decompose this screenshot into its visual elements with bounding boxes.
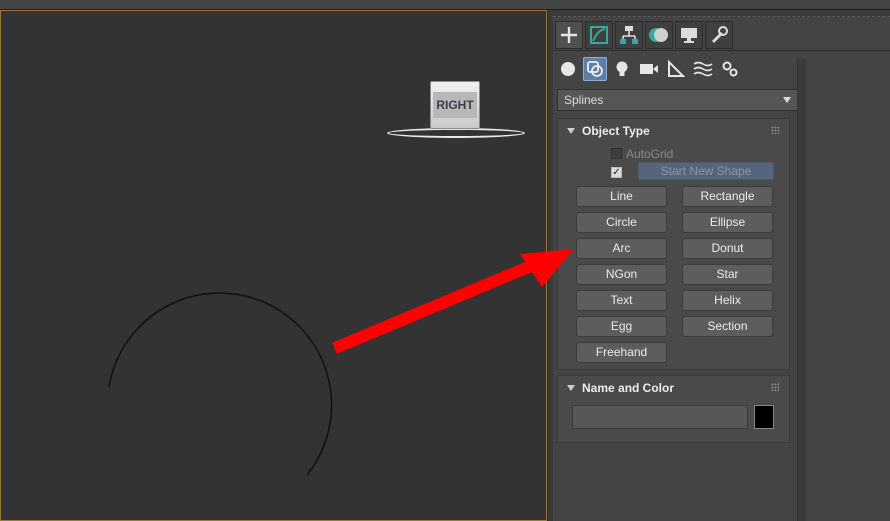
grip-icon[interactable]: [771, 126, 779, 134]
collapse-triangle-icon: [567, 385, 575, 391]
category-helpers[interactable]: [664, 57, 688, 81]
rollout-title: Object Type: [582, 124, 650, 138]
autogrid-label: AutoGrid: [626, 147, 674, 161]
line-button[interactable]: Line: [576, 186, 667, 207]
command-panel-tabs: [555, 21, 735, 49]
helpers-ruler-icon: [668, 60, 685, 77]
name-and-color-rollout: Name and Color: [557, 375, 790, 443]
name-and-color-header[interactable]: Name and Color: [558, 376, 789, 400]
dropdown-value: Splines: [564, 93, 604, 107]
category-dropdown[interactable]: Splines: [557, 89, 798, 111]
circle-button[interactable]: Circle: [576, 212, 667, 233]
start-new-shape-checkbox[interactable]: ✓: [611, 167, 622, 178]
create-plus-icon: [561, 27, 577, 43]
tab-modify[interactable]: [585, 21, 613, 49]
object-color-swatch[interactable]: [754, 405, 774, 429]
tabs-divider: [553, 50, 890, 51]
modify-icon: [590, 26, 608, 44]
motion-icon: [649, 28, 668, 42]
donut-button[interactable]: Donut: [682, 238, 773, 259]
shapes-icon: [587, 61, 603, 77]
category-shapes[interactable]: [583, 57, 607, 81]
tab-create[interactable]: [555, 21, 583, 49]
geometry-sphere-icon: [561, 62, 575, 76]
category-geometry[interactable]: [556, 57, 580, 81]
category-systems[interactable]: [718, 57, 742, 81]
grip-icon[interactable]: [771, 383, 779, 391]
object-name-field[interactable]: [572, 405, 748, 429]
object-type-header[interactable]: Object Type: [558, 119, 789, 143]
arc-button[interactable]: Arc: [576, 238, 667, 259]
lights-bulb-icon: [616, 61, 628, 76]
helix-button[interactable]: Helix: [682, 290, 773, 311]
display-icon: [681, 28, 697, 43]
rectangle-button[interactable]: Rectangle: [682, 186, 773, 207]
viewcube-ring[interactable]: [387, 128, 525, 138]
viewcube-label: RIGHT: [433, 92, 477, 118]
object-type-rollout: Object Type AutoGrid ✓ Start New Shape L…: [557, 118, 790, 370]
space-warps-icon: [693, 61, 713, 77]
tab-hierarchy[interactable]: [615, 21, 643, 49]
chevron-down-icon: [783, 97, 791, 103]
top-toolbar-strip: [0, 0, 890, 10]
section-button[interactable]: Section: [682, 316, 773, 337]
panel-scrollbar[interactable]: [797, 58, 806, 521]
ngon-button[interactable]: NGon: [576, 264, 667, 285]
category-cameras[interactable]: [637, 57, 661, 81]
rollout-title: Name and Color: [582, 381, 675, 395]
hierarchy-icon: [620, 26, 638, 44]
freehand-button[interactable]: Freehand: [576, 342, 667, 363]
collapse-triangle-icon: [567, 128, 575, 134]
tab-motion[interactable]: [645, 21, 673, 49]
command-panel: Splines Object Type AutoGrid ✓ Start New…: [553, 10, 890, 521]
create-categories: [556, 57, 745, 81]
egg-button[interactable]: Egg: [576, 316, 667, 337]
category-spacewarps[interactable]: [691, 57, 715, 81]
tab-display[interactable]: [675, 21, 703, 49]
viewcube[interactable]: RIGHT: [430, 81, 480, 129]
arc-spline[interactable]: [108, 292, 333, 476]
start-new-shape-button[interactable]: Start New Shape: [638, 162, 774, 180]
utilities-wrench-icon: [711, 26, 728, 44]
cameras-icon: [640, 64, 658, 74]
star-button[interactable]: Star: [682, 264, 773, 285]
systems-gears-icon: [722, 61, 738, 77]
text-button[interactable]: Text: [576, 290, 667, 311]
panel-top-edge: [553, 10, 890, 17]
category-lights[interactable]: [610, 57, 634, 81]
ellipse-button[interactable]: Ellipse: [682, 212, 773, 233]
tab-utilities[interactable]: [705, 21, 733, 49]
viewport-right[interactable]: RIGHT: [0, 10, 547, 521]
autogrid-checkbox[interactable]: [611, 148, 622, 159]
